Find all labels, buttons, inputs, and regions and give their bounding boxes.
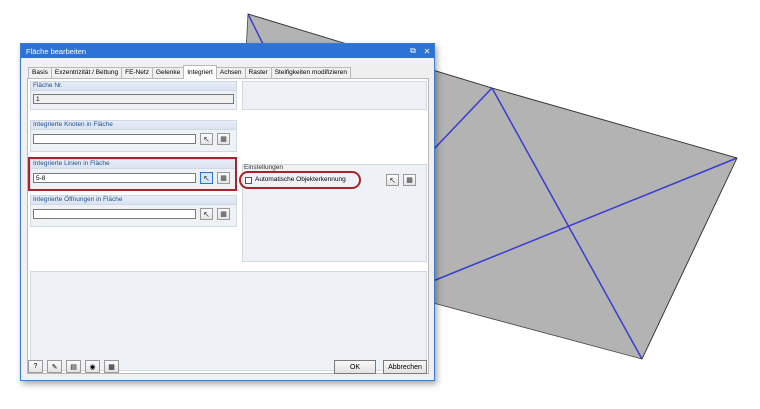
table-icon: ▤: [70, 363, 77, 371]
nodes-pick-button[interactable]: ↖: [200, 133, 213, 145]
openings-select-button[interactable]: ▦: [217, 208, 230, 220]
edit-button[interactable]: ✎: [47, 360, 62, 373]
openings-pick-button[interactable]: ↖: [200, 208, 213, 220]
view-button[interactable]: ◉: [85, 360, 100, 373]
tab-basis[interactable]: Basis: [28, 67, 52, 78]
right-top-group: [242, 81, 427, 110]
surface-no-field: 1: [33, 94, 234, 104]
tab-hinges[interactable]: Gelenke: [151, 67, 185, 78]
edit-icon: ✎: [51, 363, 58, 371]
openings-input[interactable]: [33, 209, 196, 219]
nodes-select-button[interactable]: ▦: [217, 133, 230, 145]
cursor-icon: ↖: [389, 175, 396, 185]
lower-area: [30, 271, 427, 371]
help-icon: ?: [33, 363, 38, 370]
cursor-icon: ↖: [203, 209, 210, 219]
select-icon: ▦: [220, 136, 227, 143]
highlight-auto-detect: [239, 171, 361, 189]
dialog-titlebar: Fläche bearbeiten ⧉ ✕: [21, 44, 434, 58]
nodes-input[interactable]: [33, 134, 196, 144]
select-icon: ▦: [220, 211, 227, 218]
surface-no-label: Fläche Nr.: [30, 81, 237, 91]
cancel-button[interactable]: Abbrechen: [383, 360, 427, 374]
tab-stiffness[interactable]: Steifigkeiten modifizieren: [270, 67, 351, 78]
openings-label: Integrierte Öffnungen in Fläche: [30, 195, 237, 205]
help-button[interactable]: ?: [28, 360, 43, 373]
table-button[interactable]: ▤: [66, 360, 81, 373]
tab-fe-mesh[interactable]: FE-Netz: [121, 67, 153, 78]
dialog-title: Fläche bearbeiten: [26, 46, 87, 56]
restore-icon[interactable]: ⧉: [406, 46, 420, 56]
edit-surface-dialog: Fläche bearbeiten ⧉ ✕ Basis Exzentrizitä…: [20, 43, 435, 381]
settings-pick-button[interactable]: ↖: [386, 174, 399, 186]
close-icon[interactable]: ✕: [420, 47, 434, 56]
tab-grid[interactable]: Raster: [244, 67, 272, 78]
tab-eccentricity[interactable]: Exzentrizität / Bettung: [50, 67, 123, 78]
nodes-label: Integrierte Knoten in Fläche: [30, 120, 237, 130]
select-button[interactable]: ▦: [104, 360, 119, 373]
select-icon: ▦: [108, 363, 115, 371]
tab-axes[interactable]: Achsen: [215, 67, 246, 78]
tab-bar: Basis Exzentrizität / Bettung FE-Netz Ge…: [28, 65, 351, 79]
highlight-lines: [28, 157, 237, 191]
toolbar-bottom: ? ✎ ▤ ◉ ▦: [28, 360, 123, 373]
cursor-icon: ↖: [203, 134, 210, 144]
settings-select-button[interactable]: ▦: [403, 174, 416, 186]
ok-button[interactable]: OK: [334, 360, 376, 374]
select-icon: ▦: [406, 177, 413, 184]
tab-panel: Fläche Nr. 1 Integrierte Knoten in Fläch…: [27, 78, 429, 374]
eye-icon: ◉: [89, 363, 96, 371]
tab-integrated[interactable]: Integriert: [183, 65, 217, 79]
